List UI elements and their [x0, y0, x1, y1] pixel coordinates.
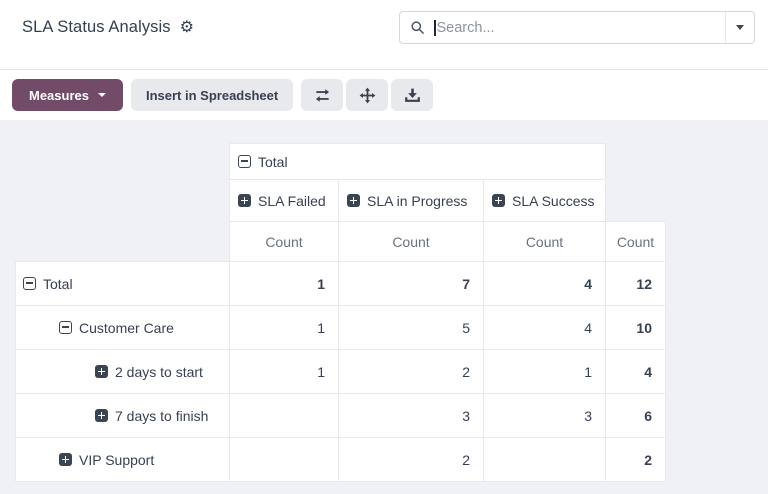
pivot-cell[interactable]: 2	[606, 438, 666, 482]
pivot-view: Total SLA Failed SLA in Progress	[0, 120, 768, 494]
column-group-label: Total	[258, 154, 288, 170]
pivot-cell[interactable]: 10	[606, 306, 666, 350]
pivot-cell[interactable]: 12	[606, 262, 666, 306]
measure-header[interactable]: Count	[230, 222, 339, 262]
gear-icon[interactable]: ⚙	[180, 18, 194, 38]
pivot-cell[interactable]: 3	[339, 394, 484, 438]
measure-header[interactable]: Count	[606, 222, 666, 262]
corner-spacer	[16, 144, 230, 180]
flip-axis-button[interactable]	[301, 79, 343, 111]
table-row-7-days-to-finish: 7 days to finish 3 3 6	[16, 394, 666, 438]
table-row-vip-support: VIP Support 2 2	[16, 438, 666, 482]
row-header-2-days-to-start[interactable]: 2 days to start	[16, 350, 230, 394]
collapse-icon[interactable]	[59, 321, 72, 334]
table-row-customer-care: Customer Care 1 5 4 10	[16, 306, 666, 350]
corner-spacer	[606, 144, 666, 180]
corner-spacer	[606, 180, 666, 222]
collapse-icon[interactable]	[238, 155, 251, 168]
pivot-cell[interactable]: 1	[230, 262, 339, 306]
pivot-toolbar: Measures Insert in Spreadsheet	[0, 70, 768, 120]
row-label: Total	[43, 276, 73, 292]
column-group-row: Total	[16, 144, 666, 180]
expand-icon[interactable]	[95, 409, 108, 422]
row-label: 7 days to finish	[115, 408, 208, 424]
table-row-total: Total 1 7 4 12	[16, 262, 666, 306]
search-icon	[400, 20, 434, 35]
pivot-cell[interactable]	[484, 438, 606, 482]
pivot-cell[interactable]	[230, 394, 339, 438]
pivot-cell[interactable]: 7	[339, 262, 484, 306]
column-header-sla-failed[interactable]: SLA Failed	[230, 180, 339, 222]
row-label: 2 days to start	[115, 364, 203, 380]
column-group-total[interactable]: Total	[230, 144, 606, 180]
row-header-total[interactable]: Total	[16, 262, 230, 306]
download-icon	[404, 87, 421, 104]
column-header-sla-in-progress[interactable]: SLA in Progress	[339, 180, 484, 222]
search-box[interactable]	[399, 11, 755, 44]
column-label: SLA Failed	[258, 193, 326, 209]
measure-header[interactable]: Count	[339, 222, 484, 262]
column-headers-row: SLA Failed SLA in Progress SLA Success	[16, 180, 666, 222]
pivot-cell[interactable]: 1	[230, 306, 339, 350]
column-header-sla-success[interactable]: SLA Success	[484, 180, 606, 222]
search-dropdown-toggle[interactable]	[725, 12, 754, 43]
row-header-vip-support[interactable]: VIP Support	[16, 438, 230, 482]
chevron-down-icon	[736, 25, 744, 30]
pivot-cell[interactable]: 5	[339, 306, 484, 350]
expand-icon[interactable]	[238, 194, 251, 207]
download-button[interactable]	[391, 79, 433, 111]
expand-icon[interactable]	[492, 194, 505, 207]
corner-spacer	[16, 180, 230, 222]
pivot-cell[interactable]: 3	[484, 394, 606, 438]
pivot-cell[interactable]	[230, 438, 339, 482]
measure-row: Count Count Count Count	[16, 222, 666, 262]
measure-header[interactable]: Count	[484, 222, 606, 262]
row-header-7-days-to-finish[interactable]: 7 days to finish	[16, 394, 230, 438]
control-panel: SLA Status Analysis ⚙	[0, 0, 768, 70]
expand-icon[interactable]	[95, 365, 108, 378]
column-label: SLA in Progress	[367, 193, 467, 209]
search-input[interactable]	[436, 20, 726, 36]
expand-icon[interactable]	[347, 194, 360, 207]
measures-button[interactable]: Measures	[12, 79, 123, 111]
expand-all-icon	[359, 87, 376, 104]
pivot-cell[interactable]: 1	[230, 350, 339, 394]
corner-spacer	[16, 222, 230, 262]
expand-all-button[interactable]	[346, 79, 388, 111]
breadcrumb: SLA Status Analysis ⚙	[22, 11, 194, 44]
measures-label: Measures	[29, 88, 89, 103]
column-label: SLA Success	[512, 193, 595, 209]
row-label: Customer Care	[79, 320, 174, 336]
pivot-cell[interactable]: 4	[484, 306, 606, 350]
pivot-cell[interactable]: 4	[484, 262, 606, 306]
pivot-table: Total SLA Failed SLA in Progress	[15, 143, 666, 482]
collapse-icon[interactable]	[23, 277, 36, 290]
insert-in-spreadsheet-button[interactable]: Insert in Spreadsheet	[131, 79, 293, 111]
page-title: SLA Status Analysis	[22, 18, 171, 37]
chevron-down-icon	[98, 93, 106, 97]
pivot-cell[interactable]: 4	[606, 350, 666, 394]
pivot-cell[interactable]: 2	[339, 350, 484, 394]
expand-icon[interactable]	[59, 453, 72, 466]
flip-axis-icon	[314, 87, 331, 104]
pivot-cell[interactable]: 1	[484, 350, 606, 394]
row-label: VIP Support	[79, 452, 154, 468]
row-header-customer-care[interactable]: Customer Care	[16, 306, 230, 350]
table-row-2-days-to-start: 2 days to start 1 2 1 4	[16, 350, 666, 394]
pivot-cell[interactable]: 2	[339, 438, 484, 482]
pivot-cell[interactable]: 6	[606, 394, 666, 438]
pivot-icon-buttons	[301, 79, 433, 111]
